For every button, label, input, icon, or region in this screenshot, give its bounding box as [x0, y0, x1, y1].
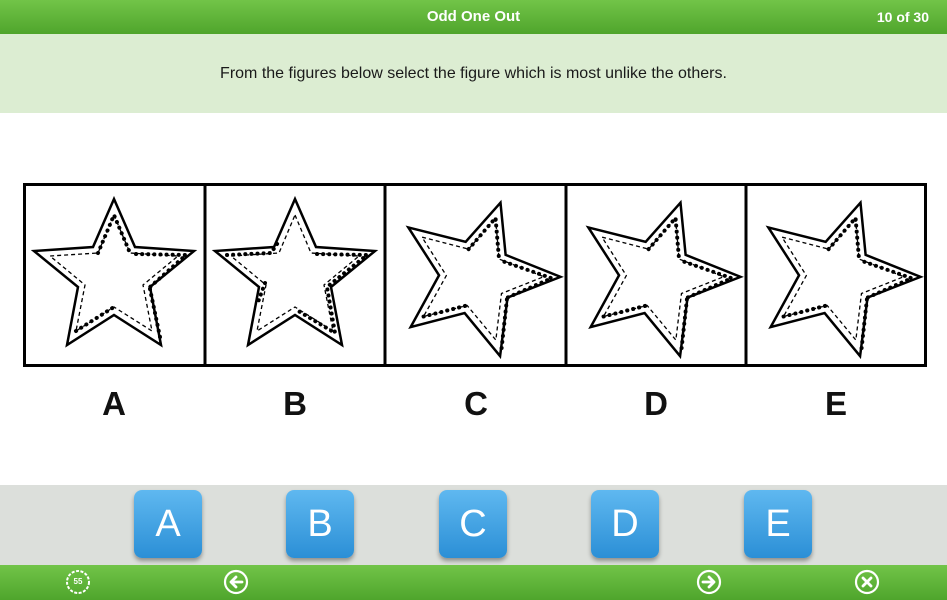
page-title: Odd One Out	[426, 8, 521, 25]
footer-bar: 55	[0, 565, 947, 600]
figure-label-a: A	[102, 385, 126, 422]
figure-label-d: D	[644, 385, 668, 422]
prev-button[interactable]	[223, 569, 249, 595]
timer-value: 55	[73, 577, 83, 586]
question-progress: 10 of 30	[876, 9, 929, 25]
figure-label-b: B	[283, 385, 307, 422]
header-bar: Odd One Out 10 of 30	[0, 0, 947, 34]
figure-strip	[23, 183, 927, 367]
arrow-left-icon	[223, 569, 249, 595]
answer-button-c[interactable]: C	[439, 490, 507, 558]
timer-button[interactable]: 55	[65, 569, 91, 595]
answer-button-b[interactable]: B	[286, 490, 354, 558]
close-button[interactable]	[854, 569, 880, 595]
answer-panel: A B C D E	[0, 485, 947, 565]
answer-button-a[interactable]: A	[134, 490, 202, 558]
answer-button-d[interactable]: D	[591, 490, 659, 558]
answer-button-e[interactable]: E	[744, 490, 812, 558]
figure-labels: A B C D E	[23, 385, 927, 429]
next-button[interactable]	[696, 569, 722, 595]
question-instruction: From the figures below select the figure…	[220, 65, 727, 82]
figure-label-c: C	[464, 385, 488, 422]
close-icon	[854, 569, 880, 595]
arrow-right-icon	[696, 569, 722, 595]
figure-label-e: E	[824, 385, 847, 422]
instruction-panel: From the figures below select the figure…	[0, 34, 947, 113]
